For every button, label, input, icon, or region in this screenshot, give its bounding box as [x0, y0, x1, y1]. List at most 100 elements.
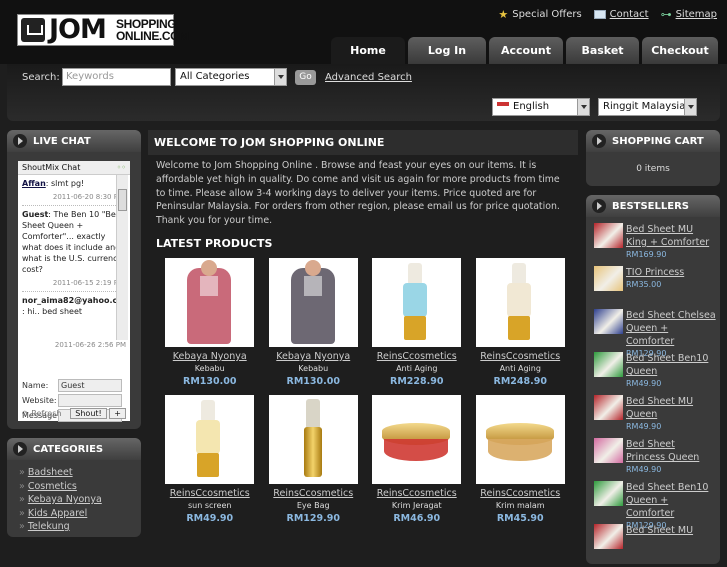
product-name[interactable]: ReinsCcosmetics: [469, 487, 573, 500]
sitemap-link[interactable]: ⊶ Sitemap: [661, 8, 717, 21]
tab-account[interactable]: Account: [489, 37, 563, 64]
bestseller-item[interactable]: Bed Sheet Ben10 Queen + Comforter RM129.9…: [594, 481, 716, 530]
bestseller-thumbnail[interactable]: [594, 438, 623, 463]
bestseller-name[interactable]: Bed Sheet Chelsea Queen + Comforter: [626, 309, 716, 348]
chat-scrollbar[interactable]: [116, 175, 128, 340]
product-image[interactable]: [268, 394, 358, 484]
scroll-thumb[interactable]: [118, 189, 127, 211]
product-image[interactable]: [475, 394, 565, 484]
live-chat-title: LIVE CHAT: [33, 135, 91, 147]
product-name[interactable]: ReinsCcosmetics: [262, 487, 366, 500]
bestseller-name[interactable]: Bed Sheet Ben10 Queen: [626, 352, 716, 378]
bestseller-name[interactable]: Bed Sheet Ben10 Queen + Comforter: [626, 481, 716, 520]
bestseller-thumbnail[interactable]: [594, 352, 623, 377]
product-image[interactable]: [165, 257, 255, 347]
bestseller-item[interactable]: Bed Sheet MU King + Comforter RM169.90: [594, 223, 716, 263]
search-label: Search:: [22, 72, 60, 83]
advanced-search-link[interactable]: Advanced Search: [325, 72, 412, 83]
search-input[interactable]: Keywords: [62, 68, 171, 86]
product-image[interactable]: [475, 257, 565, 347]
bestseller-item[interactable]: TIO Princess RM35.00: [594, 266, 716, 306]
category-link-cosmetics[interactable]: Cosmetics: [28, 481, 77, 492]
bestseller-thumbnail[interactable]: [594, 395, 623, 420]
product-card[interactable]: ReinsCcosmetics Krim Jeragat RM46.90: [365, 394, 469, 526]
product-description: sun screen: [188, 500, 232, 510]
product-name[interactable]: Kebaya Nyonya: [158, 350, 262, 363]
category-item[interactable]: Kebaya Nyonya: [19, 493, 131, 507]
special-offers-link[interactable]: ★ Special Offers: [498, 8, 581, 21]
chat-text: The Ben 10 "Bed Sheet Queen + Comforter"…: [22, 210, 123, 274]
category-select[interactable]: All Categories: [175, 68, 287, 86]
product-name[interactable]: ReinsCcosmetics: [365, 487, 469, 500]
bestseller-price: RM35.00: [626, 280, 662, 289]
chat-plus-button[interactable]: +: [109, 408, 126, 419]
bestseller-thumbnail[interactable]: [594, 223, 623, 248]
bestseller-item[interactable]: Bed Sheet Princess Queen RM49.90: [594, 438, 716, 478]
bestseller-thumbnail[interactable]: [594, 266, 623, 291]
product-price: RM46.90: [393, 512, 441, 524]
go-button[interactable]: Go: [295, 70, 316, 85]
chat-messages[interactable]: Affan: slmt pg! 2011-06-20 8:30 PM Guest…: [18, 175, 128, 340]
product-description: Anti Aging: [396, 363, 438, 373]
category-item[interactable]: Badsheet: [19, 466, 131, 480]
product-card[interactable]: ReinsCcosmetics Krim malam RM45.90: [469, 394, 573, 526]
tab-log-in[interactable]: Log In: [408, 37, 486, 64]
product-image[interactable]: [372, 257, 462, 347]
bestseller-item[interactable]: Bed Sheet MU Queen RM49.90: [594, 395, 716, 435]
bestseller-name[interactable]: Bed Sheet MU King + Comforter: [626, 223, 716, 249]
product-card[interactable]: ReinsCcosmetics sun screen RM49.90: [158, 394, 262, 526]
bestseller-name[interactable]: Bed Sheet Princess Queen: [626, 438, 716, 464]
category-link-kebaya[interactable]: Kebaya Nyonya: [28, 494, 102, 505]
bestseller-thumbnail[interactable]: [594, 481, 623, 506]
logo-cart-icon: [21, 18, 45, 42]
product-image[interactable]: [268, 257, 358, 347]
site-logo[interactable]: JOM SHOPPING ONLINE.COM: [17, 14, 189, 46]
product-card[interactable]: ReinsCcosmetics Eye Bag RM129.90: [262, 394, 366, 526]
bestseller-thumbnail[interactable]: [594, 309, 623, 334]
currency-select[interactable]: Ringgit Malaysia: [598, 98, 697, 116]
language-select[interactable]: English: [492, 98, 590, 116]
website-label: Website:: [22, 396, 57, 405]
product-name[interactable]: ReinsCcosmetics: [469, 350, 573, 363]
arrow-bullet-icon: [592, 199, 606, 213]
contact-link[interactable]: Contact: [593, 8, 649, 21]
tab-home[interactable]: Home: [331, 37, 405, 64]
tab-checkout[interactable]: Checkout: [642, 37, 718, 64]
product-card[interactable]: ReinsCcosmetics Anti Aging RM248.90: [469, 257, 573, 389]
category-link-badsheet[interactable]: Badsheet: [28, 467, 73, 478]
bestseller-name[interactable]: Bed Sheet MU: [626, 524, 693, 537]
product-card[interactable]: ReinsCcosmetics Anti Aging RM228.90: [365, 257, 469, 389]
bestseller-thumbnail[interactable]: [594, 524, 623, 549]
tab-basket[interactable]: Basket: [566, 37, 639, 64]
category-item[interactable]: Telekung: [19, 520, 131, 534]
product-name[interactable]: ReinsCcosmetics: [365, 350, 469, 363]
refresh-button[interactable]: ⟳ Refresh: [22, 409, 61, 418]
bestseller-name[interactable]: TIO Princess: [626, 266, 684, 279]
category-item[interactable]: Cosmetics: [19, 480, 131, 494]
bestseller-name[interactable]: Bed Sheet MU Queen: [626, 395, 716, 421]
welcome-text: Welcome to Jom Shopping Online . Browse …: [156, 160, 560, 227]
product-card[interactable]: Kebaya Nyonya Kebabu RM130.00: [158, 257, 262, 389]
chat-time: 2011-06-26 2:56 PM: [54, 341, 126, 349]
bestseller-price: RM169.90: [626, 250, 667, 259]
top-links: ★ Special Offers Contact ⊶ Sitemap: [498, 8, 717, 21]
product-image[interactable]: [372, 394, 462, 484]
chat-website-input[interactable]: [58, 394, 122, 407]
product-name[interactable]: Kebaya Nyonya: [262, 350, 366, 363]
product-price: RM129.90: [286, 512, 340, 524]
bestseller-item[interactable]: Bed Sheet Ben10 Queen RM49.90: [594, 352, 716, 392]
bestseller-item[interactable]: Bed Sheet Chelsea Queen + Comforter RM129…: [594, 309, 716, 358]
special-offers-label: Special Offers: [512, 9, 582, 20]
categories-title: CATEGORIES: [33, 443, 104, 455]
category-link-kids[interactable]: Kids Apparel: [28, 508, 87, 519]
shout-button[interactable]: Shout!: [70, 408, 107, 419]
product-image[interactable]: [165, 394, 255, 484]
product-name[interactable]: ReinsCcosmetics: [158, 487, 262, 500]
category-link-telekung[interactable]: Telekung: [28, 521, 70, 532]
chat-options-icon[interactable]: ◦◦: [117, 163, 126, 172]
chat-author[interactable]: Affan: [22, 179, 46, 188]
product-description: Anti Aging: [499, 363, 541, 373]
chat-name-input[interactable]: Guest: [58, 379, 122, 392]
product-card[interactable]: Kebaya Nyonya Kebabu RM130.00: [262, 257, 366, 389]
category-item[interactable]: Kids Apparel: [19, 507, 131, 521]
